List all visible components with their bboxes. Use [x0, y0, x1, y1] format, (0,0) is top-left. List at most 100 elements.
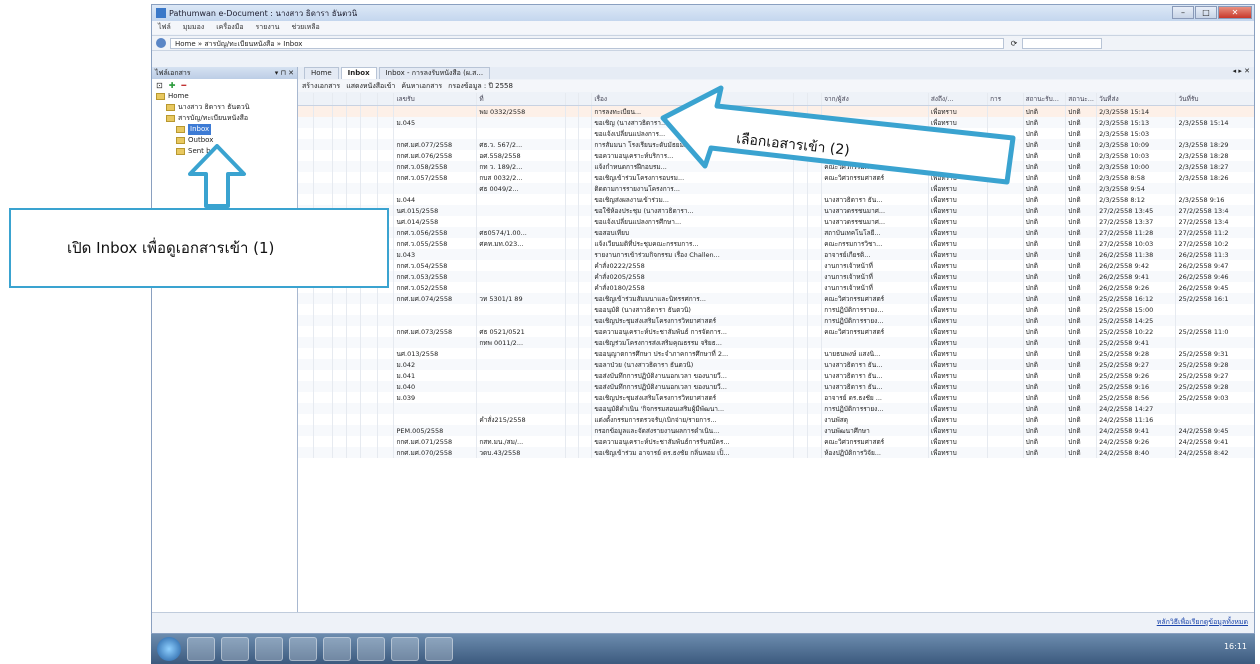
- tree-node[interactable]: Inbox: [152, 124, 297, 135]
- table-cell: [377, 194, 395, 205]
- table-row[interactable]: กกศ.มศ.074/2558 วท 5301/1 89 ขอเชิญเข้าร่ว…: [298, 293, 1254, 304]
- maximize-button[interactable]: □: [1195, 6, 1217, 19]
- menu-file[interactable]: ไฟล์: [158, 22, 171, 33]
- table-row[interactable]: ม.039 ขอเชิญประชุมส่งเสริมโครงการวิทยาศาส…: [298, 392, 1254, 403]
- table-cell: [377, 359, 395, 370]
- column-header[interactable]: [377, 93, 395, 106]
- column-header[interactable]: [578, 93, 593, 106]
- column-header[interactable]: ที่: [476, 93, 567, 106]
- column-header[interactable]: [346, 93, 362, 106]
- table-cell: ปกติ: [1065, 315, 1098, 326]
- tab-home[interactable]: Home: [304, 67, 339, 79]
- tree-node[interactable]: Home: [152, 91, 297, 102]
- tab-strip: Home Inbox Inbox - การลงรับหนังสือ (ผ.ส.…: [298, 67, 1254, 79]
- address-field[interactable]: Home » สารบัญ/ทะเบียนหนังสือ » Inbox: [170, 37, 1004, 49]
- table-row[interactable]: ม.042 ขอลาป่วย (นางสาวธิดารา ธันตวนิ) นางส…: [298, 359, 1254, 370]
- table-cell: 25/2/2558 9:28: [1096, 348, 1177, 359]
- table-cell: [793, 370, 808, 381]
- folder-icon: [176, 137, 185, 144]
- filter-year-button[interactable]: กรองข้อมูล : ปี 2558: [448, 81, 513, 92]
- table-cell: [578, 425, 593, 436]
- window-title: Pathumwan e-Document : นางสาว ธิดารา ธัน…: [169, 8, 358, 18]
- menu-tools[interactable]: เครื่องมือ: [216, 22, 243, 33]
- table-row[interactable]: กกศ.ว.056/2558 ศธ0574/1.00... ขอสอบเทียบ สถ…: [298, 227, 1254, 238]
- show-incoming-button[interactable]: แสดงหนังสือเข้า: [346, 81, 395, 92]
- table-row[interactable]: ม.043 รายงานการเข้าร่วมกิจกรรม เรื่อง Cha…: [298, 249, 1254, 260]
- taskbar-app[interactable]: [357, 637, 385, 661]
- table-row[interactable]: กกศ.ว.054/2558 คำสั่ง0222/2558 งานการเจ้าห…: [298, 260, 1254, 271]
- table-cell: เพื่อทราบ: [928, 304, 989, 315]
- menu-help[interactable]: ช่วยเหลือ: [291, 22, 319, 33]
- column-header[interactable]: [360, 93, 378, 106]
- table-row[interactable]: ขออนุมัติดำเนิน 'กิจกรรมสอนเสริมผู้มีพัฒ…: [298, 403, 1254, 414]
- search-input[interactable]: [1022, 37, 1102, 49]
- refresh-icon[interactable]: ⟳: [1008, 39, 1020, 48]
- menu-view[interactable]: มุมมอง: [183, 22, 204, 33]
- tree-node[interactable]: นางสาว ธิดารา ธันตวนิ: [152, 102, 297, 113]
- search-document-button[interactable]: ค้นหาเอกสาร: [401, 81, 442, 92]
- column-header[interactable]: วันที่รับ: [1175, 93, 1254, 106]
- tab-inbox[interactable]: Inbox: [340, 67, 377, 79]
- column-header[interactable]: สถานะ...: [1065, 93, 1098, 106]
- table-row[interactable]: กทพ 0011/2... ขอเชิญร่วมโครงการส่งเสริมคุ…: [298, 337, 1254, 348]
- show-all-link[interactable]: หลักวิธีเพื่อเรียกดูข้อมูลทั้งหมด: [1157, 617, 1248, 628]
- table-cell: [807, 260, 823, 271]
- table-row[interactable]: กกศ.ว.052/2558 คำสั่ง0180/2558 งานการเจ้าห…: [298, 282, 1254, 293]
- tree-node[interactable]: สารบัญ/ทะเบียนหนังสือ: [152, 113, 297, 124]
- table-row[interactable]: นศ.014/2558 ขอแจ้งเปลี่ยนแปลงการศึกษา... น…: [298, 216, 1254, 227]
- close-button[interactable]: ✕: [1218, 6, 1252, 19]
- table-row[interactable]: กกศ.ว.053/2558 คำสั่ง0205/2558 งานการเจ้าห…: [298, 271, 1254, 282]
- table-row[interactable]: นศ.015/2558 ขอใช้ห้องประชุม (นางสาวธิดารา…: [298, 205, 1254, 216]
- table-cell: กกศ.มศ.076/2558: [393, 150, 478, 161]
- table-cell: [987, 205, 1024, 216]
- taskbar-app[interactable]: [187, 637, 215, 661]
- table-row[interactable]: กกศ.มศ.073/2558 ศธ 0521/0521 ขอความอนุเครา…: [298, 326, 1254, 337]
- sidebar-pin-close[interactable]: ▾ ⊓ ✕: [275, 67, 294, 79]
- sidebar-view-icon[interactable]: ⊡: [156, 81, 163, 90]
- column-header[interactable]: [313, 93, 333, 106]
- column-header[interactable]: [565, 93, 580, 106]
- app-icon: [156, 8, 166, 18]
- taskbar-app[interactable]: [323, 637, 351, 661]
- table-row[interactable]: กกศ.มศ.071/2558 กสท.มน./สม/... ขอความอนุเค…: [298, 436, 1254, 447]
- table-row[interactable]: ม.041 ขอส่งบันทึกการปฏิบัติงานนอกเวลา ของ…: [298, 370, 1254, 381]
- table-cell: [298, 293, 314, 304]
- start-button[interactable]: [157, 637, 181, 661]
- table-row[interactable]: ม.040 ขอส่งบันทึกการปฏิบัติงานนอกเวลา ของ…: [298, 381, 1254, 392]
- table-row[interactable]: ขออนุมัติ (นางสาวธิดารา ธันตวนิ) การปฏิบั…: [298, 304, 1254, 315]
- back-icon[interactable]: [156, 38, 166, 48]
- table-cell: [476, 194, 567, 205]
- create-document-button[interactable]: สร้างเอกสาร: [302, 81, 340, 92]
- remove-folder-icon[interactable]: ━: [181, 81, 186, 90]
- taskbar-app[interactable]: [255, 637, 283, 661]
- column-header[interactable]: [298, 93, 314, 106]
- table-row[interactable]: ขอเชิญประชุมส่งเสริมโครงการวิทยาศาสตร์ กา…: [298, 315, 1254, 326]
- table-row[interactable]: PEM.005/2558 กรอกข้อมูลและจัดส่งรายงานผลก…: [298, 425, 1254, 436]
- table-cell: [1175, 128, 1254, 139]
- taskbar-app[interactable]: [391, 637, 419, 661]
- taskbar-app[interactable]: [221, 637, 249, 661]
- table-row[interactable]: กกศ.มศ.070/2558 วดบ.43/2558 ขอเชิญเข้าร่วม…: [298, 447, 1254, 458]
- table-cell: [565, 304, 580, 315]
- table-cell: [332, 128, 348, 139]
- minimize-button[interactable]: –: [1172, 6, 1194, 19]
- taskbar-app[interactable]: [289, 637, 317, 661]
- tab-inbox-detail[interactable]: Inbox - การลงรับหนังสือ (ผ.ส...: [378, 67, 491, 79]
- tab-nav-controls[interactable]: ◂ ▸ ✕: [1233, 67, 1250, 75]
- column-header[interactable]: สถานะรับ...: [1023, 93, 1067, 106]
- column-header[interactable]: วันที่ส่ง: [1096, 93, 1177, 106]
- table-row[interactable]: ม.044 ขอเชิญส่งผลงานเข้าร่วม... นางสาวธิดา…: [298, 194, 1254, 205]
- table-cell: [393, 105, 478, 117]
- column-header[interactable]: เลขรับ: [393, 93, 478, 106]
- table-cell: [578, 315, 593, 326]
- table-row[interactable]: คำสั่ง215/2558 แต่งตั้งกรรมการตรวจรับ/เบิ…: [298, 414, 1254, 425]
- table-cell: กบส 0032/2...: [476, 172, 567, 183]
- taskbar-app[interactable]: [425, 637, 453, 661]
- table-row[interactable]: กกศ.ว.055/2558 ศคท.มท.023... แจ้งเวียนมติท…: [298, 238, 1254, 249]
- table-row[interactable]: นศ.013/2558 ขออนุญาตการศึกษา ประจำภาคการศ…: [298, 348, 1254, 359]
- column-header[interactable]: [332, 93, 348, 106]
- table-cell: คำสั่ง215/2558: [476, 414, 567, 425]
- add-folder-icon[interactable]: ✚: [169, 81, 176, 90]
- table-cell: [377, 161, 395, 172]
- menu-report[interactable]: รายงาน: [256, 22, 280, 33]
